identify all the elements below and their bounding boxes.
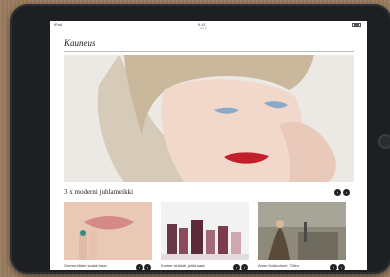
section-title: 3 x moderni juhlameikki — [64, 188, 134, 196]
ipad-device: iPad 9.41 a.b.fi Kauneus 3 x moderni juh… — [10, 4, 390, 274]
page-title: Kauneus — [64, 38, 96, 48]
card-caption: Anne Kukkohovi: "Olen — [258, 263, 299, 268]
prev-arrow-icon[interactable]: ‹ — [233, 264, 240, 270]
prev-arrow-icon[interactable]: ‹ — [330, 264, 337, 270]
card-image-lips — [64, 202, 152, 260]
card-caption: Kolme vinkkiä, joilla saat — [161, 263, 205, 268]
article-card[interactable]: Anne Kukkohovi: "Olen ‹ › — [258, 202, 346, 270]
card-image-person — [258, 202, 346, 260]
screen: iPad 9.41 a.b.fi Kauneus 3 x moderni juh… — [50, 21, 367, 270]
url-label: a.b.fi — [200, 26, 207, 30]
card-caption: Gomm-iäisin suuta tossi — [64, 263, 107, 268]
prev-arrow-icon[interactable]: ‹ — [334, 189, 341, 196]
battery-icon — [352, 23, 361, 27]
home-button[interactable] — [378, 134, 390, 149]
prev-arrow-icon[interactable]: ‹ — [136, 264, 143, 270]
carrier-label: iPad — [54, 22, 63, 27]
card-image-products — [161, 202, 249, 260]
title-divider — [64, 51, 354, 52]
hero-image[interactable] — [64, 55, 354, 182]
next-arrow-icon[interactable]: › — [144, 264, 151, 270]
article-card[interactable]: Gomm-iäisin suuta tossi ‹ › — [64, 202, 152, 270]
status-bar: iPad 9.41 a.b.fi — [50, 21, 367, 30]
next-arrow-icon[interactable]: › — [343, 189, 350, 196]
next-arrow-icon[interactable]: › — [338, 264, 345, 270]
article-card[interactable]: Kolme vinkkiä, joilla saat ‹ › — [161, 202, 249, 270]
next-arrow-icon[interactable]: › — [241, 264, 248, 270]
